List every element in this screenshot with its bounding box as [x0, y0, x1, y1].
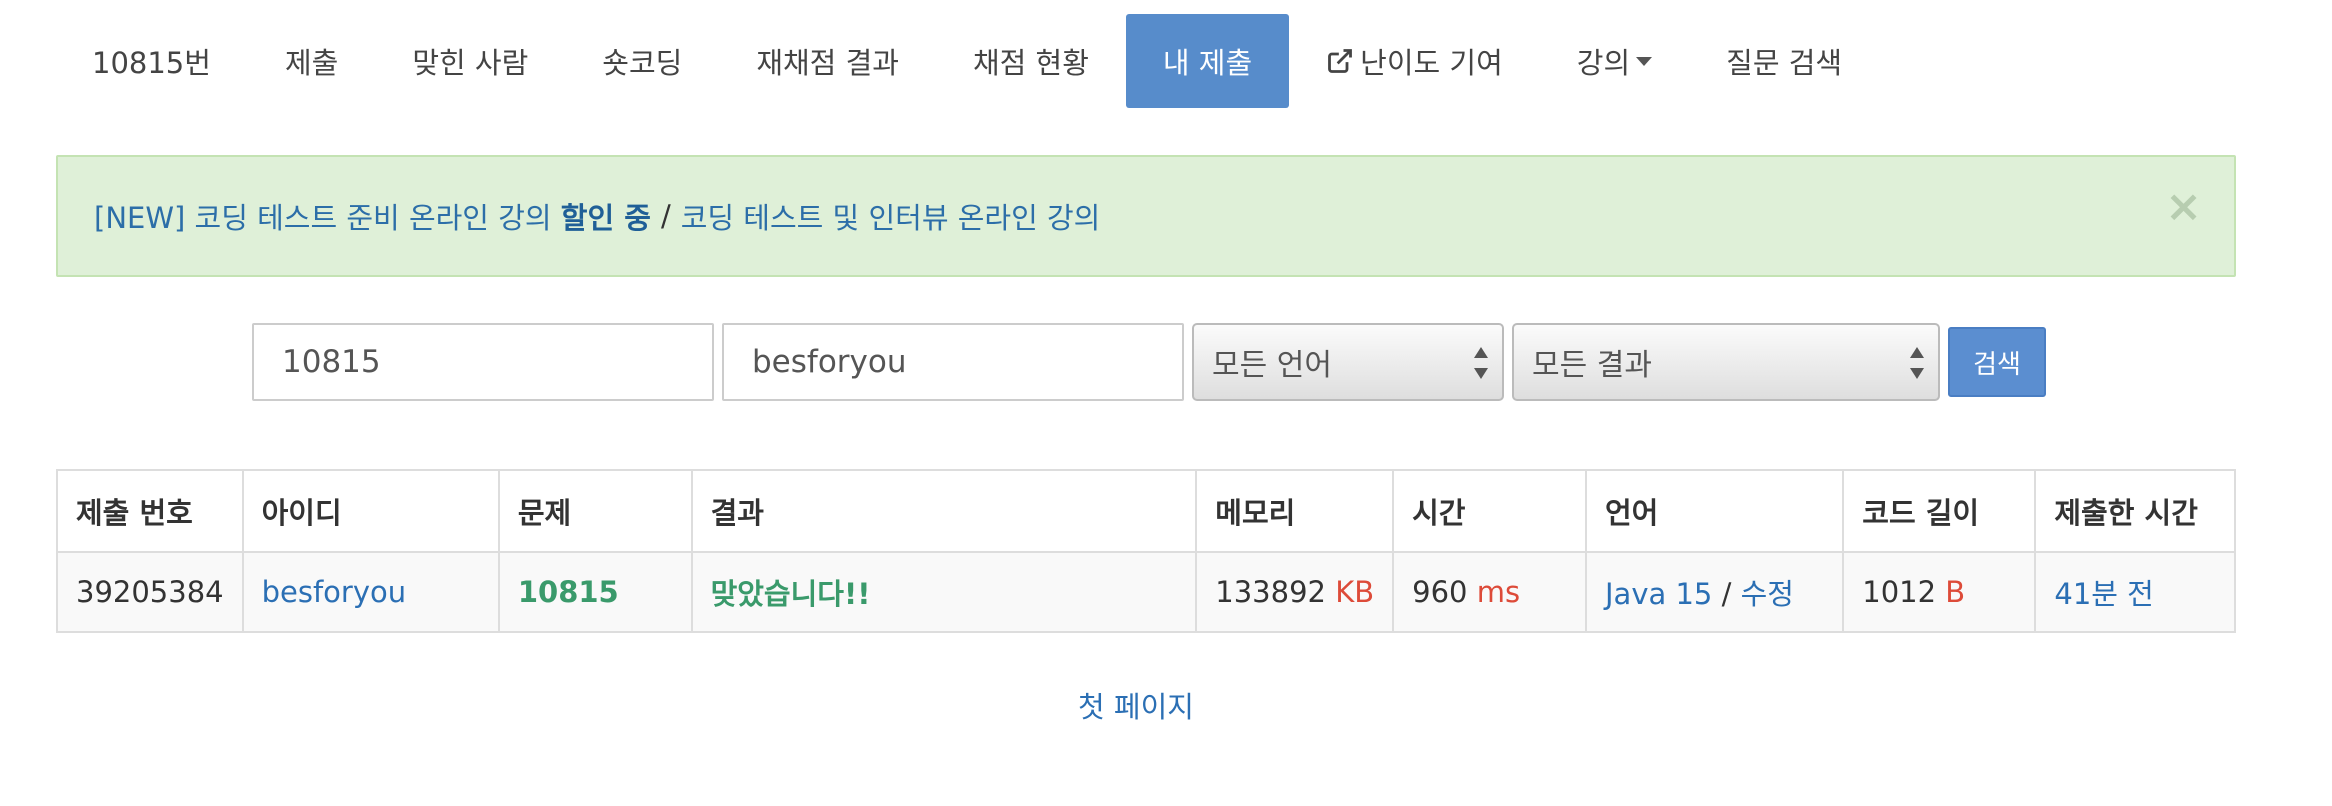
promo-link-bold-text: 할인 중	[560, 201, 651, 235]
status-search-form: 10815 besforyou 모든 언어 모든 결과 검색	[252, 322, 2046, 402]
promo-link-interview-course[interactable]: 코딩 테스트 및 인터뷰 온라인 강의	[681, 195, 1101, 237]
submission-id-cell: 39205384	[56, 551, 244, 633]
code-length-value: 1012	[1862, 575, 1937, 609]
select-arrows-icon	[1910, 347, 1924, 379]
caret-down-icon	[1636, 56, 1653, 66]
code-length-cell: 1012 B	[1842, 551, 2037, 633]
tab-short-coding[interactable]: 숏코딩	[565, 14, 719, 108]
tab-label: 내 제출	[1162, 46, 1253, 80]
memory-value: 133892	[1215, 575, 1326, 609]
time-unit: ms	[1476, 575, 1521, 609]
tab-label: 재채점 결과	[756, 46, 899, 80]
edit-link[interactable]: 수정	[1741, 577, 1794, 611]
column-header: 언어	[1584, 469, 1845, 553]
result-cell: 맞았습니다!!	[690, 551, 1198, 633]
table-row: 39205384 besforyou 10815 맞았습니다!! 133892 …	[56, 551, 2236, 633]
pagination: 첫 페이지	[0, 684, 2272, 726]
tab-label: 난이도 기여	[1360, 46, 1503, 80]
promo-separator: /	[660, 199, 671, 233]
result-select-value: 모든 결과	[1532, 348, 1652, 383]
tab-problem[interactable]: 10815번	[56, 14, 248, 108]
column-header: 메모리	[1195, 469, 1395, 553]
problem-cell: 10815	[497, 551, 693, 633]
search-button[interactable]: 검색	[1948, 327, 2046, 397]
tab-label: 10815번	[92, 46, 211, 80]
column-header: 아이디	[241, 469, 500, 553]
tab-my-submissions[interactable]: 내 제출	[1125, 14, 1290, 108]
promo-alert: [NEW] 코딩 테스트 준비 온라인 강의 할인 중 / 코딩 테스트 및 인…	[56, 155, 2236, 277]
tab-rejudge-result[interactable]: 재채점 결과	[719, 14, 936, 108]
column-header: 결과	[690, 469, 1198, 553]
memory-unit: KB	[1335, 575, 1375, 609]
tab-lectures-dropdown[interactable]: 강의	[1540, 14, 1689, 108]
tab-label: 맞힌 사람	[412, 46, 529, 80]
tab-label: 제출	[284, 46, 339, 80]
result-select[interactable]: 모든 결과	[1512, 323, 1940, 401]
tab-solved-users[interactable]: 맞힌 사람	[375, 14, 565, 108]
time-cell: 960 ms	[1392, 551, 1587, 633]
language-select[interactable]: 모든 언어	[1192, 323, 1504, 401]
tab-label: 채점 현황	[972, 46, 1089, 80]
user-id-input[interactable]: besforyou	[722, 323, 1184, 401]
problem-menu-tabs: 10815번 제출 맞힌 사람 숏코딩 재채점 결과 채점 현황 내 제출 난이…	[56, 14, 1879, 108]
problem-id-input[interactable]: 10815	[252, 323, 714, 401]
user-cell: besforyou	[241, 551, 500, 633]
first-page-link[interactable]: 첫 페이지	[1078, 690, 1194, 724]
column-header: 제출한 시간	[2034, 469, 2236, 553]
column-header: 문제	[497, 469, 693, 553]
language-link[interactable]: Java 15	[1605, 577, 1712, 611]
select-arrows-icon	[1474, 347, 1488, 379]
submitted-time-link[interactable]: 41분 전	[2054, 577, 2153, 611]
language-cell: Java 15 / 수정	[1584, 551, 1845, 633]
language-separator: /	[1721, 577, 1732, 611]
problem-link[interactable]: 10815	[518, 575, 619, 609]
user-link[interactable]: besforyou	[262, 575, 407, 609]
promo-link-coding-test-prep[interactable]: [NEW] 코딩 테스트 준비 온라인 강의 할인 중	[94, 195, 651, 237]
submitted-time-cell: 41분 전	[2034, 551, 2236, 633]
tab-difficulty-contribution[interactable]: 난이도 기여	[1289, 14, 1540, 108]
status-table: 제출 번호 아이디 문제 결과 메모리 시간 언어 코드 길이 제출한 시간 3…	[56, 469, 2236, 633]
tab-label: 숏코딩	[602, 46, 683, 80]
tab-submit[interactable]: 제출	[248, 14, 375, 108]
external-link-icon	[1328, 49, 1353, 73]
tab-judge-status[interactable]: 채점 현황	[936, 14, 1126, 108]
column-header: 제출 번호	[56, 469, 244, 553]
column-header: 코드 길이	[1842, 469, 2037, 553]
table-header-row: 제출 번호 아이디 문제 결과 메모리 시간 언어 코드 길이 제출한 시간	[56, 469, 2236, 553]
tab-label: 질문 검색	[1726, 46, 1843, 80]
result-accepted-text: 맞았습니다!!	[710, 577, 871, 611]
time-value: 960	[1412, 575, 1468, 609]
tab-label: 강의	[1576, 46, 1631, 80]
tab-question-search[interactable]: 질문 검색	[1689, 14, 1879, 108]
promo-link-text: [NEW] 코딩 테스트 준비 온라인 강의	[94, 201, 561, 235]
code-length-unit: B	[1945, 575, 1966, 609]
column-header: 시간	[1392, 469, 1587, 553]
memory-cell: 133892 KB	[1195, 551, 1395, 633]
close-icon[interactable]: ×	[2165, 185, 2202, 229]
language-select-value: 모든 언어	[1212, 348, 1332, 383]
